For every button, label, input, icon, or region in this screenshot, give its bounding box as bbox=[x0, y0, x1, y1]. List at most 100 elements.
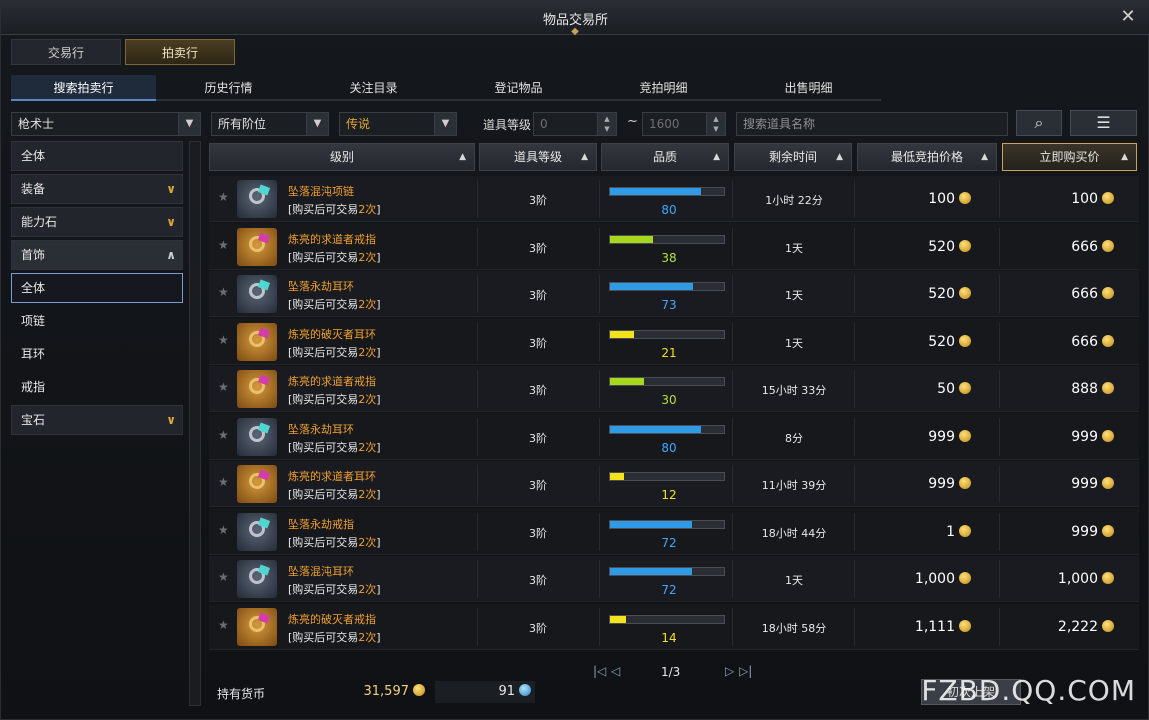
column-divider bbox=[854, 417, 855, 456]
category-label: 装备 bbox=[21, 182, 46, 196]
table-row[interactable]: ★ 坠落永劫戒指 [购买后可交易2次] 3阶 72 18小时 44分 1 999 bbox=[209, 508, 1139, 555]
column-time-left[interactable]: 剩余时间 ▲ bbox=[734, 143, 852, 171]
min-bid-price: 999 bbox=[861, 476, 971, 492]
column-divider bbox=[999, 607, 1000, 646]
table-row[interactable]: ★ 坠落混沌项链 [购买后可交易2次] 3阶 80 1小时 22分 100 100 bbox=[209, 176, 1139, 222]
subcategory-ring[interactable]: 戒指 bbox=[11, 372, 183, 402]
tier-select[interactable]: 所有阶位 ▼ bbox=[211, 112, 329, 136]
item-name: 炼亮的求道者戒指 bbox=[288, 375, 376, 388]
column-grade[interactable]: 级别 ▲ bbox=[209, 143, 475, 171]
category-all[interactable]: 全体 bbox=[11, 141, 183, 171]
table-row[interactable]: ★ 坠落混沌耳环 [购买后可交易2次] 3阶 72 1天 1,000 1,000 bbox=[209, 556, 1139, 602]
column-quality[interactable]: 品质 ▲ bbox=[601, 143, 729, 171]
subtab-register-item[interactable]: 登记物品 bbox=[446, 75, 591, 101]
table-row[interactable]: ★ 炼亮的求道者戒指 [购买后可交易2次] 3阶 38 1天 520 666 bbox=[209, 223, 1139, 270]
column-item-level[interactable]: 道具等级 ▲ bbox=[479, 143, 597, 171]
category-equipment[interactable]: 装备 ∨ bbox=[11, 174, 183, 204]
subtab-watchlist[interactable]: 关注目录 bbox=[301, 75, 446, 101]
column-buy-now[interactable]: 立即购买价 ▲ bbox=[1002, 143, 1137, 171]
pin-icon[interactable]: ★ bbox=[218, 190, 229, 204]
quality-value: 80 bbox=[661, 440, 677, 455]
pin-icon[interactable]: ★ bbox=[218, 428, 229, 442]
pin-icon[interactable]: ★ bbox=[218, 618, 229, 632]
pin-icon[interactable]: ★ bbox=[218, 380, 229, 394]
item-tier: 3阶 bbox=[529, 479, 547, 492]
buy-now-price: 999 bbox=[1004, 524, 1114, 540]
sidebar-scrollbar[interactable] bbox=[189, 141, 201, 706]
category-gem[interactable]: 宝石 ∨ bbox=[11, 405, 183, 435]
close-button[interactable]: ✕ bbox=[1118, 7, 1138, 27]
column-divider bbox=[477, 560, 478, 598]
next-page-button[interactable]: ▷ bbox=[725, 664, 734, 678]
buy-now-price: 100 bbox=[1004, 191, 1114, 207]
note-count: 2次 bbox=[358, 345, 377, 359]
column-divider bbox=[599, 512, 600, 551]
first-page-button[interactable]: |◁ bbox=[593, 664, 606, 678]
table-row[interactable]: ★ 炼亮的破灭者戒指 [购买后可交易2次] 3阶 14 18小时 58分 1,111 2,22… bbox=[209, 603, 1139, 650]
pin-icon[interactable]: ★ bbox=[218, 333, 229, 347]
search-button[interactable]: ⌕ bbox=[1016, 110, 1062, 136]
table-row[interactable]: ★ 炼亮的求道者耳环 [购买后可交易2次] 3阶 12 11小时 39分 999 999 bbox=[209, 461, 1139, 507]
item-tier: 3阶 bbox=[529, 431, 547, 445]
class-select[interactable]: 枪术士 ▼ bbox=[11, 112, 201, 136]
column-min-bid[interactable]: 最低竞拍价格 ▲ bbox=[857, 143, 997, 171]
table-row[interactable]: ★ 坠落永劫耳环 [购买后可交易2次] 3阶 80 8分 999 999 bbox=[209, 413, 1139, 460]
main-tabs: 交易行 拍卖行 bbox=[11, 39, 235, 65]
table-row[interactable]: ★ 炼亮的求道者戒指 [购买后可交易2次] 3阶 30 15小时 33分 50 888 bbox=[209, 366, 1139, 412]
tab-auction[interactable]: 拍卖行 bbox=[125, 39, 235, 65]
column-label: 剩余时间 bbox=[768, 150, 817, 164]
subcategory-earring[interactable]: 耳环 bbox=[11, 339, 183, 369]
gold-coin-icon bbox=[959, 619, 971, 632]
column-divider bbox=[599, 607, 600, 646]
tier-select-value: 所有阶位 bbox=[218, 117, 267, 131]
gold-coin-icon bbox=[959, 477, 971, 489]
level-max-stepper[interactable]: ▲ ▼ bbox=[706, 112, 726, 136]
category-ability-stone[interactable]: 能力石 ∨ bbox=[11, 207, 183, 237]
item-tier: 3阶 bbox=[529, 336, 547, 350]
item-search-input[interactable]: 搜索道具名称 bbox=[736, 112, 1008, 136]
column-label: 立即购买价 bbox=[1039, 150, 1100, 164]
item-thumbnail bbox=[237, 560, 277, 598]
note-prefix: [购买后可交易 bbox=[288, 393, 359, 406]
subcategory-necklace[interactable]: 项链 bbox=[11, 306, 183, 336]
table-row[interactable]: ★ 坠落永劫耳环 [购买后可交易2次] 3阶 73 1天 520 666 bbox=[209, 271, 1139, 317]
subcategory-all[interactable]: 全体 bbox=[11, 273, 183, 303]
item-thumbnail bbox=[237, 180, 277, 218]
last-page-button[interactable]: ▷| bbox=[739, 664, 752, 678]
category-accessories[interactable]: 首饰 ∧ bbox=[11, 240, 183, 270]
prev-page-button[interactable]: ◁ bbox=[611, 664, 620, 678]
item-thumbnail bbox=[237, 465, 277, 503]
pin-icon[interactable]: ★ bbox=[218, 285, 229, 299]
column-divider bbox=[999, 560, 1000, 598]
chevron-down-icon: ▼ bbox=[178, 113, 200, 135]
column-divider bbox=[732, 512, 733, 551]
subtab-search-auction[interactable]: 搜索拍卖行 bbox=[11, 75, 156, 101]
buy-now-value: 666 bbox=[1071, 333, 1098, 350]
tab-trade[interactable]: 交易行 bbox=[11, 39, 121, 65]
level-min-stepper[interactable]: ▲ ▼ bbox=[597, 112, 617, 136]
pin-icon[interactable]: ★ bbox=[218, 523, 229, 537]
column-divider bbox=[477, 370, 478, 408]
pin-icon[interactable]: ★ bbox=[218, 570, 229, 584]
note-count: 2次 bbox=[358, 630, 377, 644]
saved-search-button[interactable]: ☰ bbox=[1070, 110, 1137, 136]
buy-now-value: 666 bbox=[1071, 238, 1098, 255]
buy-now-value: 1,000 bbox=[1057, 571, 1098, 587]
column-divider bbox=[732, 607, 733, 646]
trade-limit-note: [购买后可交易2次] bbox=[288, 534, 381, 550]
table-row[interactable]: ★ 炼亮的破灭者耳环 [购买后可交易2次] 3阶 21 1天 520 666 bbox=[209, 318, 1139, 365]
grade-select[interactable]: 传说 ▼ bbox=[339, 112, 457, 136]
quality-bar-fill bbox=[610, 520, 693, 528]
subtab-sale-details[interactable]: 出售明细 bbox=[736, 75, 881, 101]
quality-bar-fill bbox=[610, 425, 702, 433]
pin-icon[interactable]: ★ bbox=[218, 475, 229, 489]
subtab-bid-details[interactable]: 竞拍明细 bbox=[591, 75, 736, 101]
subtab-price-history[interactable]: 历史行情 bbox=[156, 75, 301, 101]
note-prefix: [购买后可交易 bbox=[288, 583, 359, 596]
item-thumbnail bbox=[237, 512, 277, 551]
trade-limit-note: [购买后可交易2次] bbox=[288, 581, 381, 597]
column-divider bbox=[854, 227, 855, 266]
column-divider bbox=[599, 180, 600, 218]
quality-value: 73 bbox=[661, 298, 677, 312]
pin-icon[interactable]: ★ bbox=[218, 238, 229, 252]
